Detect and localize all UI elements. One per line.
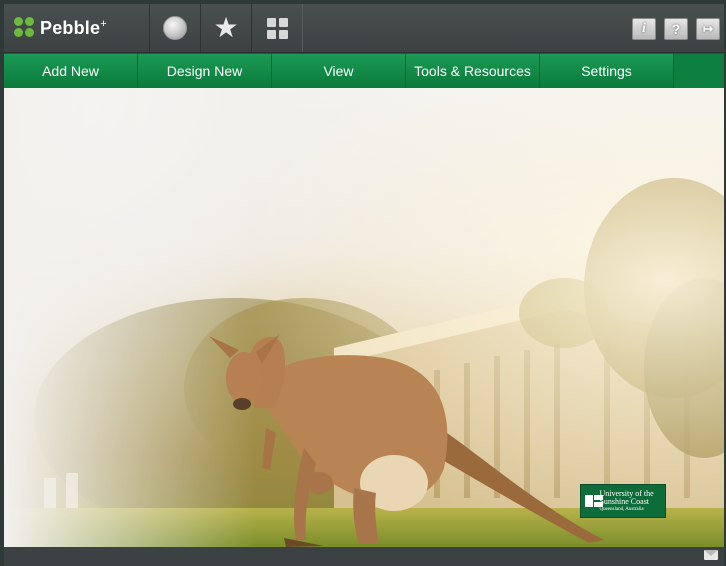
help-button[interactable]: ? (664, 18, 688, 40)
nav-settings[interactable]: Settings (540, 54, 674, 88)
nav-design-new[interactable]: Design New (138, 54, 272, 88)
pebble-logo-icon (14, 17, 36, 39)
star-icon: ★ (213, 12, 239, 43)
info-icon: i (642, 21, 646, 36)
usc-logo-icon (585, 493, 603, 509)
dashboard-icon (266, 17, 288, 39)
nav-tools-resources[interactable]: Tools & Resources (406, 54, 540, 88)
status-bar (4, 547, 724, 566)
globe-icon (163, 16, 187, 40)
badge-location: Queensland, Australia (599, 507, 644, 512)
hero-banner-image: University of the Sunshine Coast Queensl… (4, 88, 724, 547)
info-button[interactable]: i (632, 18, 656, 40)
top-toolbar: Pebble+ ★ i ? ↦ (4, 4, 724, 53)
nav-add-new[interactable]: Add New (4, 54, 138, 88)
brand-name: Pebble+ (40, 17, 107, 38)
favorites-button[interactable]: ★ (200, 4, 252, 52)
mail-icon[interactable] (704, 550, 718, 560)
globe-button[interactable] (149, 4, 201, 52)
pebble-logo[interactable]: Pebble+ (14, 16, 107, 40)
dashboard-button[interactable] (251, 4, 303, 52)
kangaroo-scene (4, 88, 724, 547)
help-icon: ? (671, 21, 681, 37)
nav-view[interactable]: View (272, 54, 406, 88)
badge-university-name: University of the Sunshine Coast (599, 489, 654, 506)
main-nav: Add New Design New View Tools & Resource… (4, 53, 724, 89)
logout-icon: ↦ (702, 22, 714, 36)
logout-button[interactable]: ↦ (696, 18, 720, 40)
university-logo-badge: University of the Sunshine Coast Queensl… (580, 484, 666, 518)
